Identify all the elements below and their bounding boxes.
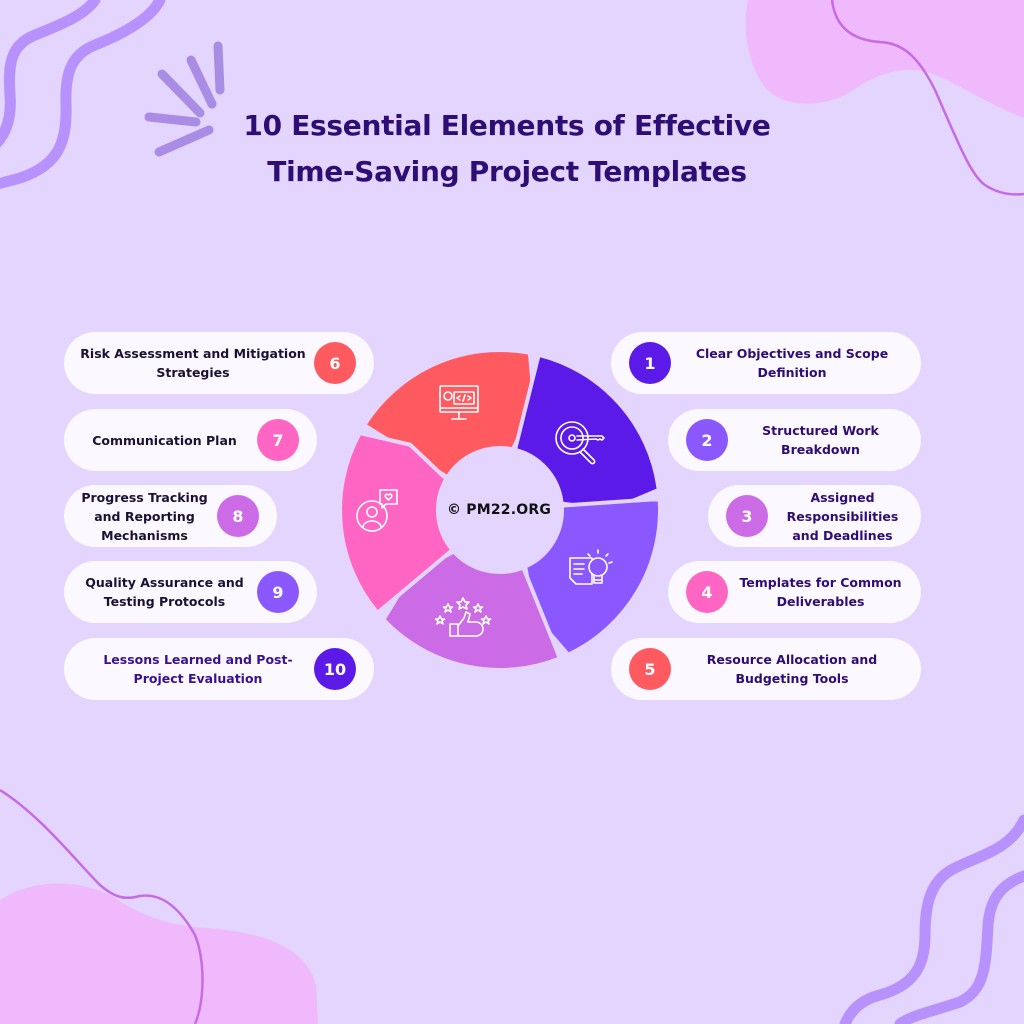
- item-7: Communication Plan 7: [64, 409, 317, 471]
- item-9-text: Quality Assurance and Testing Protocols: [85, 575, 244, 609]
- item-4-text: Templates for Common Deliverables: [739, 575, 902, 609]
- item-7-badge: 7: [257, 419, 299, 461]
- item-10: Lessons Learned and Post-Project Evaluat…: [64, 638, 374, 700]
- item-2-badge: 2: [686, 419, 728, 461]
- wave-bottom-right-1: [839, 814, 1024, 1024]
- item-4: 4 Templates for Common Deliverables: [668, 561, 921, 623]
- item-3: 3 Assigned Responsibilities and Deadline…: [708, 485, 921, 547]
- item-10-text: Lessons Learned and Post-Project Evaluat…: [103, 652, 293, 686]
- item-9: Quality Assurance and Testing Protocols …: [64, 561, 317, 623]
- item-5-text: Resource Allocation and Budgeting Tools: [706, 652, 878, 686]
- item-3-text: Assigned Responsibilities and Deadlines: [786, 489, 899, 543]
- item-8: Progress Tracking and Reporting Mechanis…: [64, 485, 277, 547]
- pink-blob-top-right: [745, 0, 1024, 118]
- item-3-badge: 3: [726, 495, 768, 537]
- item-6-text: Risk Assessment and Mitigation Strategie…: [80, 346, 306, 380]
- title-line-1: 10 Essential Elements of Effective: [243, 109, 771, 142]
- item-9-badge: 9: [257, 571, 299, 613]
- item-8-badge: 8: [217, 495, 259, 537]
- item-7-text: Communication Plan: [92, 432, 237, 448]
- item-1-text: Clear Objectives and Scope Definition: [695, 346, 889, 380]
- pm22-watermark: © PM22.ORG: [447, 502, 552, 518]
- item-6: Risk Assessment and Mitigation Strategie…: [64, 332, 374, 394]
- item-4-badge: 4: [686, 571, 728, 613]
- title-line-2: Time-Saving Project Templates: [267, 155, 747, 188]
- item-8-text: Progress Tracking and Reporting Mechanis…: [81, 489, 208, 543]
- cycle-segment-key-search: [512, 352, 669, 512]
- item-2: 2 Structured Work Breakdown: [668, 409, 921, 471]
- pink-blob-bottom-left: [0, 883, 318, 1024]
- item-2-text: Structured Work Breakdown: [762, 423, 879, 457]
